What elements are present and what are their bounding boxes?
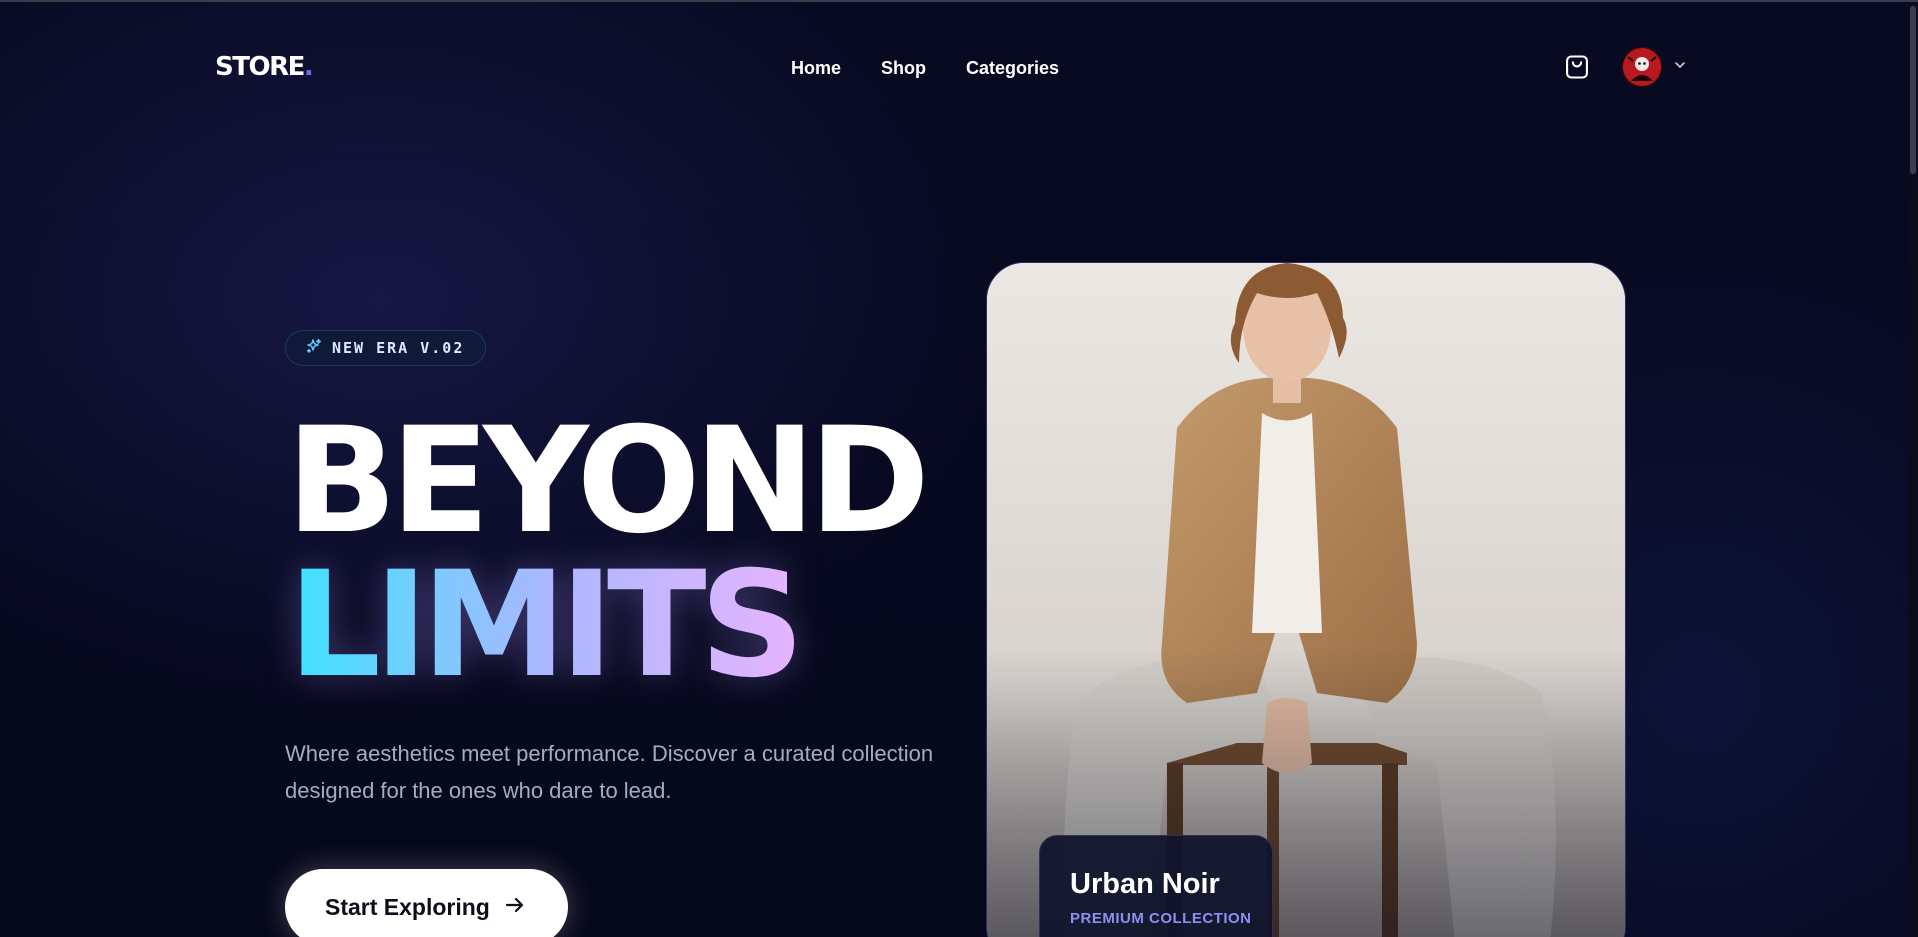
hero-image-card[interactable]: Urban Noir PREMIUM COLLECTION bbox=[986, 262, 1626, 937]
cta-label: Start Exploring bbox=[325, 893, 490, 920]
page-scrollbar[interactable] bbox=[1908, 2, 1918, 937]
nav-categories[interactable]: Categories bbox=[966, 58, 1059, 79]
shopping-bag-icon[interactable] bbox=[1563, 53, 1591, 81]
collection-subtitle: PREMIUM COLLECTION bbox=[1070, 910, 1252, 927]
collection-info-card[interactable]: Urban Noir PREMIUM COLLECTION bbox=[1039, 835, 1273, 937]
badge-label: NEW ERA V.02 bbox=[332, 339, 465, 357]
start-exploring-button[interactable]: Start Exploring bbox=[285, 869, 568, 937]
new-era-badge: NEW ERA V.02 bbox=[285, 330, 487, 366]
page: STORE. Home Shop Categories NEW ERA V.02… bbox=[0, 0, 1918, 937]
scrollbar-thumb[interactable] bbox=[1910, 6, 1916, 174]
chevron-down-icon[interactable] bbox=[1673, 58, 1687, 72]
arrow-right-icon bbox=[504, 894, 526, 921]
logo-text: STORE bbox=[215, 52, 305, 82]
hero-title-line-1: BEYOND bbox=[286, 396, 930, 566]
hero-description: Where aesthetics meet performance. Disco… bbox=[285, 741, 934, 803]
nav-shop[interactable]: Shop bbox=[881, 58, 926, 79]
nav-home[interactable]: Home bbox=[791, 58, 841, 79]
logo-dot: . bbox=[303, 52, 314, 82]
user-avatar[interactable] bbox=[1622, 47, 1662, 87]
sparkle-icon bbox=[306, 338, 322, 359]
store-logo[interactable]: STORE. bbox=[215, 52, 314, 82]
main-nav: Home Shop Categories bbox=[791, 58, 1059, 79]
window-top-border bbox=[0, 0, 1918, 2]
collection-title: Urban Noir bbox=[1070, 868, 1220, 900]
hero-title-line-2: LIMITS bbox=[288, 540, 805, 710]
